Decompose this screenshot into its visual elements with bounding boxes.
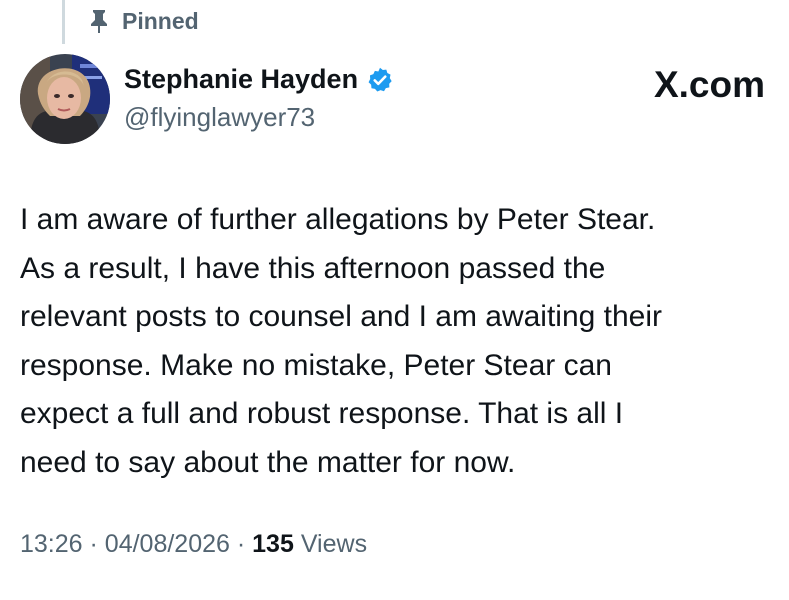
pinned-label: Pinned: [122, 7, 199, 34]
tweet-body: I am aware of further allegations by Pet…: [20, 196, 775, 487]
pin-icon: [88, 8, 110, 34]
tweet-time[interactable]: 13:26: [20, 530, 83, 558]
verified-badge-icon[interactable]: [366, 66, 394, 94]
tweet-line: As a result, I have this afternoon passe…: [20, 251, 606, 285]
tweet-line: relevant posts to counsel and I am await…: [20, 300, 663, 333]
tweet-meta: 13:26 · 04/08/2026 · 135 Views: [20, 530, 367, 559]
tweet-line: need to say about the matter for now.: [20, 445, 516, 479]
tweet-line: expect a full and robust response. That …: [20, 397, 624, 430]
author-display-name[interactable]: Stephanie Hayden: [124, 64, 358, 95]
meta-separator: ·: [236, 530, 246, 558]
site-watermark: X.com: [653, 64, 765, 105]
meta-separator: ·: [89, 530, 98, 558]
author-handle[interactable]: @flyinglawyer73: [124, 102, 315, 133]
thread-connector-line: [62, 0, 65, 44]
avatar[interactable]: [20, 54, 110, 144]
tweet-date[interactable]: 04/08/2026: [105, 530, 230, 558]
tweet-line: response. Make no mistake, Peter Stear c…: [20, 348, 612, 382]
pinned-indicator: Pinned: [88, 4, 199, 38]
views-count[interactable]: 135: [252, 530, 294, 558]
views-label[interactable]: Views: [301, 530, 367, 558]
author-name-row[interactable]: Stephanie Hayden: [124, 64, 394, 95]
tweet-line: I am aware of further allegations by Pet…: [20, 203, 656, 236]
